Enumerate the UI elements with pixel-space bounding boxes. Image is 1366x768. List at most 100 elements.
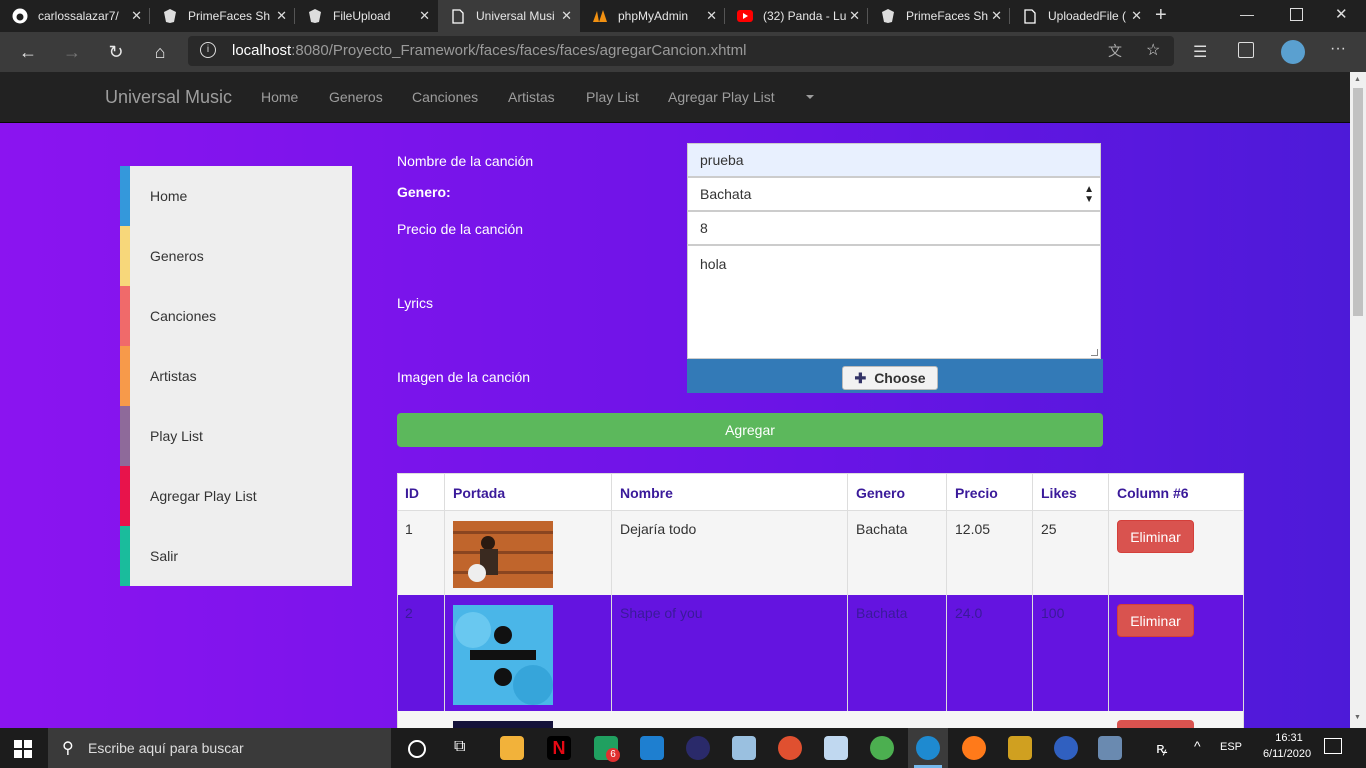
notifications-icon[interactable] <box>1324 738 1342 754</box>
close-tab-icon[interactable]: ✕ <box>849 8 860 24</box>
sidebar-item-home[interactable]: Home <box>120 166 352 226</box>
eclipse-icon[interactable] <box>686 736 710 760</box>
profile-avatar[interactable] <box>1281 40 1305 64</box>
close-tab-icon[interactable]: ✕ <box>706 8 717 24</box>
eliminar-button[interactable]: Eliminar <box>1117 520 1194 553</box>
nombre-input[interactable]: prueba <box>687 143 1101 177</box>
resize-handle-icon[interactable] <box>1091 349 1098 356</box>
nav-link-canciones[interactable]: Canciones <box>412 89 478 105</box>
tab-primefaces-showcase[interactable]: PrimeFaces Sh ✕ <box>150 0 295 32</box>
restore-icon[interactable] <box>1290 8 1303 21</box>
app-icon[interactable] <box>1098 736 1122 760</box>
tab-phpmyadmin[interactable]: phpMyAdmin ✕ <box>580 0 725 32</box>
nav-link-artistas[interactable]: Artistas <box>508 89 555 105</box>
eliminar-button[interactable] <box>1117 720 1194 728</box>
precio-input[interactable]: 8 <box>687 211 1101 245</box>
file-upload-bar: ✚ Choose <box>687 359 1103 393</box>
sidebar-menu: Home Generos Canciones Artistas Play Lis… <box>120 166 352 586</box>
header-column-6[interactable]: Column #6 <box>1109 473 1244 511</box>
tab-uploadedfile[interactable]: UploadedFile ( ✕ <box>1010 0 1150 32</box>
firefox-icon[interactable] <box>962 736 986 760</box>
app-icon[interactable] <box>778 736 802 760</box>
agregar-button[interactable]: Agregar <box>397 413 1103 447</box>
cell-likes: 25 <box>1033 511 1109 595</box>
favorites-icon[interactable]: ☰ <box>1193 42 1207 62</box>
close-tab-icon[interactable]: ✕ <box>1131 8 1142 24</box>
minimize-icon[interactable]: — <box>1240 6 1254 22</box>
cell-id: 1 <box>397 511 445 595</box>
header-portada[interactable]: Portada <box>445 473 612 511</box>
back-icon[interactable]: ← <box>8 32 48 72</box>
sidebar-item-play-list[interactable]: Play List <box>120 406 352 466</box>
taskbar-active-app[interactable] <box>908 728 948 768</box>
people-icon[interactable]: ꝶ <box>1156 738 1167 758</box>
home-icon[interactable]: ⌂ <box>140 32 180 72</box>
nav-link-home[interactable]: Home <box>261 89 298 105</box>
more-menu-icon[interactable]: ··· <box>1330 40 1346 58</box>
close-tab-icon[interactable]: ✕ <box>561 8 572 24</box>
navbar-brand[interactable]: Universal Music <box>105 87 232 108</box>
close-tab-icon[interactable]: ✕ <box>131 8 142 24</box>
sidebar-item-label: Salir <box>150 548 179 564</box>
tab-github[interactable]: carlossalazar7/ ✕ <box>0 0 150 32</box>
language-indicator[interactable]: ESP <box>1220 741 1242 753</box>
sidebar-item-salir[interactable]: Salir <box>120 526 352 586</box>
close-tab-icon[interactable]: ✕ <box>419 8 430 24</box>
favorite-star-icon[interactable]: ☆ <box>1146 40 1160 60</box>
sidebar-item-generos[interactable]: Generos <box>120 226 352 286</box>
tab-youtube[interactable]: (32) Panda - Lu ✕ <box>725 0 868 32</box>
address-bar[interactable]: i localhost:8080/Proyecto_Framework/face… <box>188 36 1174 66</box>
sidebar-item-agregar-play-list[interactable]: Agregar Play List <box>120 466 352 526</box>
app-icon[interactable] <box>1008 736 1032 760</box>
nav-link-play-list[interactable]: Play List <box>586 89 639 105</box>
windows-start-icon[interactable] <box>14 740 32 763</box>
vertical-scrollbar[interactable]: ▲ ▼ <box>1350 72 1366 728</box>
close-tab-icon[interactable]: ✕ <box>276 8 287 24</box>
virtualbox-icon[interactable] <box>732 736 756 760</box>
close-window-icon[interactable]: ✕ <box>1335 5 1348 23</box>
header-precio[interactable]: Precio <box>947 473 1033 511</box>
lyrics-textarea[interactable]: hola <box>687 245 1101 359</box>
album-cover-image <box>453 521 553 588</box>
sidebar-item-canciones[interactable]: Canciones <box>120 286 352 346</box>
clock-date[interactable]: 6/11/2020 <box>1254 748 1320 760</box>
tab-universal-music[interactable]: Universal Musi ✕ <box>438 0 580 32</box>
app-icon[interactable] <box>824 736 848 760</box>
forward-icon[interactable]: → <box>52 32 92 72</box>
header-likes[interactable]: Likes <box>1033 473 1109 511</box>
nav-link-agregar-play-list[interactable]: Agregar Play List <box>668 89 775 105</box>
dropdown-caret-icon[interactable] <box>806 95 814 99</box>
new-tab-icon[interactable]: + <box>1155 4 1175 28</box>
header-nombre[interactable]: Nombre <box>612 473 848 511</box>
genero-select[interactable]: Bachata ▲ ▼ <box>687 177 1101 211</box>
tab-primefaces-showcase-2[interactable]: PrimeFaces Sh ✕ <box>868 0 1010 32</box>
cortana-icon[interactable] <box>408 740 426 758</box>
chrome-icon[interactable] <box>870 736 894 760</box>
precio-label: Precio de la canción <box>397 221 524 237</box>
scrollbar-thumb[interactable] <box>1353 88 1363 316</box>
show-hidden-icons-icon[interactable]: ^ <box>1194 738 1201 754</box>
eliminar-button[interactable]: Eliminar <box>1117 604 1194 637</box>
close-tab-icon[interactable]: ✕ <box>991 8 1002 24</box>
translate-icon[interactable]: 文 <box>1108 41 1122 61</box>
collections-icon[interactable] <box>1238 42 1254 58</box>
vscode-icon[interactable] <box>640 736 664 760</box>
file-explorer-icon[interactable] <box>500 736 524 760</box>
task-view-icon[interactable]: ⧉ <box>454 738 465 756</box>
tab-fileupload[interactable]: FileUpload ✕ <box>295 0 438 32</box>
app-icon[interactable] <box>1054 736 1078 760</box>
scroll-up-icon[interactable]: ▲ <box>1354 76 1361 83</box>
nav-link-generos[interactable]: Generos <box>329 89 383 105</box>
clock-time[interactable]: 16:31 <box>1266 732 1312 744</box>
sidebar-item-artistas[interactable]: Artistas <box>120 346 352 406</box>
choose-file-button[interactable]: ✚ Choose <box>842 366 938 390</box>
taskbar-search-box[interactable]: ⚲ Escribe aquí para buscar <box>48 728 391 768</box>
whatsapp-icon[interactable]: 6 <box>594 736 620 762</box>
header-genero[interactable]: Genero <box>848 473 947 511</box>
refresh-icon[interactable]: ↻ <box>96 32 136 72</box>
cell-nombre: Dejaría todo <box>612 511 848 595</box>
info-icon[interactable]: i <box>200 42 216 58</box>
scroll-down-icon[interactable]: ▼ <box>1354 714 1361 721</box>
header-id[interactable]: ID <box>397 473 445 511</box>
netflix-icon[interactable]: N <box>547 736 571 760</box>
